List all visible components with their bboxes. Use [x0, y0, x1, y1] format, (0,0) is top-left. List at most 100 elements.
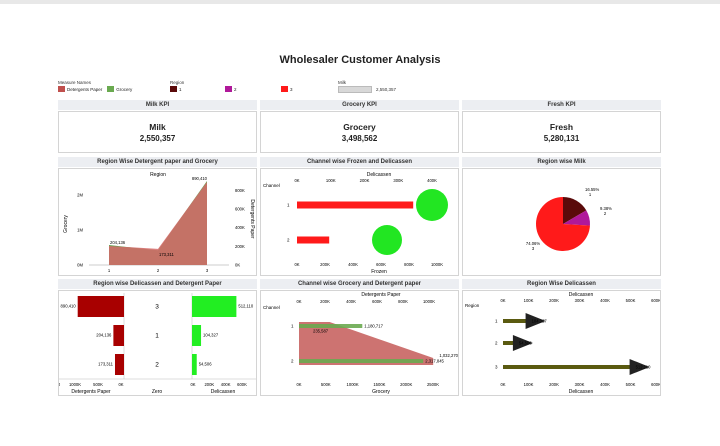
legend-swatch-grocery [107, 86, 115, 92]
chart4-row-label-1: 1 [155, 333, 159, 340]
chart1-left-tick-0: 0M [77, 263, 83, 268]
panel6-title: Region Wise Delicassen [462, 279, 661, 289]
chart4-detergents-label-2: 173,311 [98, 362, 113, 367]
milk-kpi-value: 2,550,357 [139, 134, 176, 143]
chart3-svg: 16.55%19.38%274.06%3 [526, 187, 612, 251]
chart6-bottom-tick-4: 400K [600, 382, 610, 387]
chart2-bottom-axis-label: Frozen [371, 269, 387, 275]
chart5-bar-grocery-0 [299, 324, 363, 328]
chart6-bottom-tick-1: 100K [524, 382, 534, 387]
grocery-kpi-value: 3,498,562 [341, 134, 378, 143]
dashboard-title: Wholesaler Customer Analysis [279, 54, 441, 66]
chart6-bottom-tick-2: 200K [549, 382, 559, 387]
chart6-svg: Delicassen Delicassen Region 0K 100K 200K 3… [465, 292, 661, 395]
chart6-top-tick-3: 300K [575, 298, 585, 303]
chart4-detergents-label-0: 890,410 [61, 304, 77, 309]
chart4-right-axis-label: Delicassen [211, 389, 236, 395]
chart2-top-tick-2: 200K [360, 178, 370, 183]
chart4-bar-delicassen-1 [192, 325, 202, 346]
chart2-row-label-1: 2 [287, 238, 290, 243]
chart4-bar-delicassen-0 [192, 296, 237, 317]
top-strip [0, 0, 720, 4]
chart6-value-label-1: 54,506 [519, 341, 532, 346]
chart6-bottom-tick-6: 600K [651, 382, 661, 387]
chart4-right-tick-0: 0K [190, 382, 195, 387]
chart6-bar-2 [503, 365, 634, 369]
chart5-bottom-tick-0: 0K [296, 382, 301, 387]
chart5-top-tick-5: 1000K [423, 299, 435, 304]
chart1-right-tick-3: 600K [235, 207, 245, 212]
region-milk-pie-chart[interactable]: 16.55% 1 9.38% 2 74.06% 3 [462, 168, 661, 276]
chart2-row-header: Channel [263, 183, 280, 188]
chart2-top-tick-4: 400K [427, 178, 437, 183]
chart2-top-tick-0: 0K [294, 178, 299, 183]
legend-milk-size-bar [338, 86, 372, 93]
chart2-bottom-tick-3: 600K [376, 262, 386, 267]
chart5-detergents-label-0: 235,587 [313, 329, 329, 334]
region-delicassen-chart[interactable]: Delicassen Delicassen Region 0K 100K 200K 3… [462, 290, 661, 396]
chart1-left-tick-1: 1M [77, 228, 83, 233]
grocery-kpi-label: Grocery [343, 122, 376, 132]
region-delicassen-detergent-chart[interactable]: Detergents Paper Zero Delicassen 890,410… [58, 290, 257, 396]
legend-item-detergents: Detergents Paper [67, 86, 103, 92]
chart2-top-tick-3: 300K [393, 178, 403, 183]
chart3-slice-sub-2: 3 [532, 246, 535, 251]
chart5-top-tick-4: 800K [398, 299, 408, 304]
region-detergent-grocery-chart[interactable]: Region Grocery Detergents Paper 0M 1M 2M 0K… [58, 168, 257, 276]
chart5-bottom-axis-label: Grocery [372, 389, 390, 395]
chart3-slice-sub-1: 2 [604, 211, 607, 216]
channel-frozen-delicassen-chart[interactable]: Delicassen Channel Frozen 0K 100K 200K 300K… [260, 168, 459, 276]
chart5-top-axis-label: Detergents Paper [361, 292, 401, 298]
panel3-title: Region wise Milk [462, 157, 661, 167]
chart1-x-tick-2: 3 [206, 268, 209, 273]
legend-item-region-1: 1 [179, 86, 182, 92]
chart1-right-tick-2: 400K [235, 225, 245, 230]
chart2-bar-frozen-0 [297, 201, 414, 209]
milk-kpi-header: Milk KPI [58, 100, 257, 110]
chart6-top-tick-6: 600K [651, 298, 661, 303]
chart1-data-label-0: 204,136 [110, 240, 126, 245]
chart4-bar-detergents-1 [113, 325, 124, 346]
legend-item-region-2: 2 [234, 86, 237, 92]
legend-measure-names-title: Measure Names [58, 80, 92, 85]
fresh-kpi-value: 5,280,131 [543, 134, 580, 143]
legend-region-2[interactable]: 2 [225, 86, 237, 92]
chart1-right-tick-0: 0K [235, 263, 240, 268]
chart5-grocery-label-0: 1,180,717 [364, 324, 383, 329]
chart1-right-axis-label: Detergents Paper [249, 199, 255, 239]
legend-measure-names[interactable]: Detergents Paper Grocery [58, 86, 132, 92]
milk-kpi-card[interactable]: Milk 2,550,357 [58, 111, 257, 153]
legend-item-region-3: 3 [290, 86, 293, 92]
chart4-right-tick-3: 600K [237, 382, 247, 387]
chart2-bottom-tick-0: 0K [294, 262, 299, 267]
chart6-top-tick-2: 200K [549, 298, 559, 303]
chart1-data-label-2: 890,410 [192, 176, 208, 181]
chart4-middle-axis-label: Zero [152, 389, 163, 395]
chart1-right-tick-4: 800K [235, 188, 245, 193]
chart4-bar-delicassen-2 [192, 354, 197, 375]
legend-swatch-region-1 [170, 86, 177, 92]
chart1-left-tick-2: 2M [77, 193, 83, 198]
legend-region-3[interactable]: 3 [281, 86, 293, 92]
chart6-top-tick-4: 400K [600, 298, 610, 303]
chart1-data-label-1: 173,311 [159, 252, 174, 257]
chart2-circle-delicassen-0 [416, 189, 448, 221]
chart6-top-tick-1: 100K [524, 298, 534, 303]
chart3-slice-pct-0: 16.55% [585, 187, 599, 192]
channel-grocery-detergent-chart[interactable]: Detergents Paper Grocery Channel 0K 200K 4… [260, 290, 459, 396]
chart2-bottom-tick-2: 400K [348, 262, 358, 267]
legend-region-1[interactable]: 1 [170, 86, 182, 92]
chart6-row-label-0: 1 [495, 319, 498, 324]
chart1-top-label: Region [150, 172, 166, 178]
legend-milk-value: 2,550,357 [376, 87, 397, 92]
chart2-bar-frozen-1 [297, 236, 330, 244]
chart1-area-detergents [109, 181, 207, 265]
chart4-row-label-0: 3 [155, 304, 159, 311]
chart5-row-label-1: 2 [291, 359, 294, 364]
chart4-delicassen-label-0: 512,110 [238, 304, 253, 309]
chart6-bottom-axis-label: Delicassen [569, 389, 594, 395]
grocery-kpi-card[interactable]: Grocery 3,498,562 [260, 111, 459, 153]
chart6-bottom-tick-3: 300K [575, 382, 585, 387]
panel5-title: Channel wise Grocery and Detergent paper [260, 279, 459, 289]
fresh-kpi-card[interactable]: Fresh 5,280,131 [462, 111, 661, 153]
